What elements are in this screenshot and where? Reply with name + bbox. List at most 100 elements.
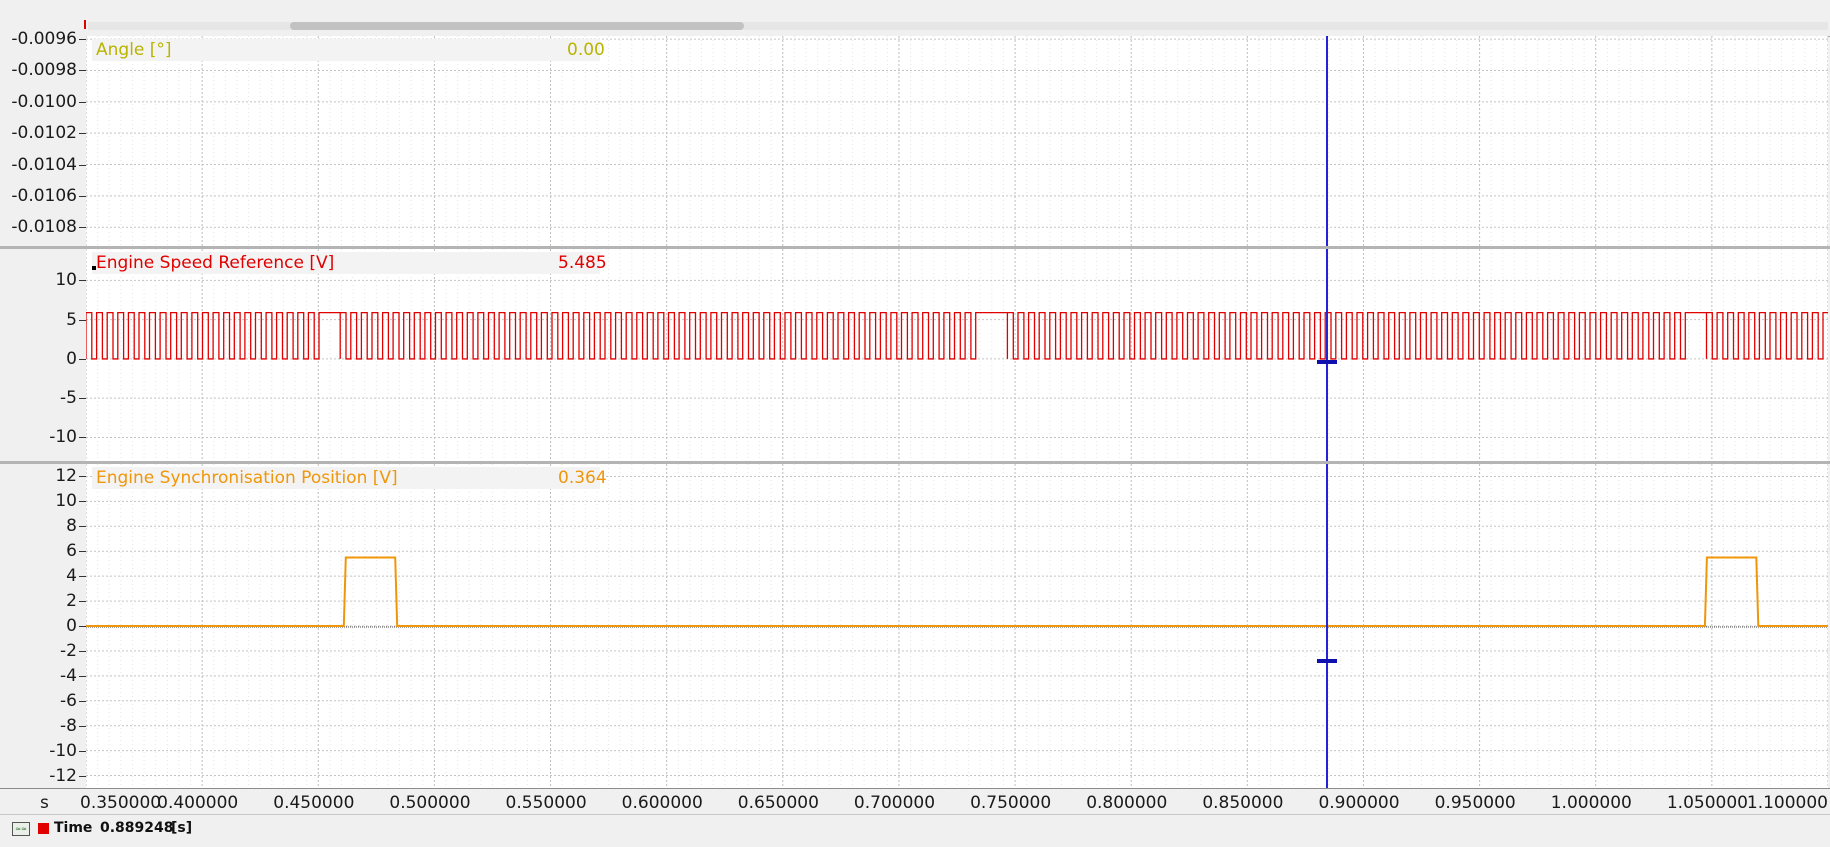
y-tick-mark: [79, 70, 86, 72]
trigger-marker: [84, 20, 86, 29]
panel-divider[interactable]: [0, 461, 1830, 464]
y-tick-mark: [79, 280, 86, 282]
y-tick-mark: [79, 551, 86, 553]
y-tick-mark: [79, 601, 86, 603]
y-tick-mark: [79, 626, 86, 627]
x-axis: s 0.350000 0.400000 0.450000 0.500000 0.5500…: [0, 788, 1830, 815]
x-tick-label: 1.100000: [1746, 793, 1828, 813]
y-tick-label: -0.0106: [11, 185, 77, 206]
measurement-icon[interactable]: ≈≈: [12, 822, 30, 836]
y-tick-mark: [79, 576, 86, 578]
horizontal-scrollbar[interactable]: [88, 22, 1828, 30]
y-tick-mark: [79, 227, 86, 229]
y-tick-label: -2: [60, 640, 77, 661]
y-tick-mark: [79, 675, 86, 677]
angle-legend[interactable]: Angle [°] 0.00: [92, 39, 605, 61]
scrollbar-thumb[interactable]: [290, 22, 744, 30]
time-value: 0.889248: [100, 820, 174, 836]
y-tick-label: -10: [49, 427, 77, 448]
y-tick-label: 2: [66, 591, 77, 612]
x-tick-label: 0.350000: [80, 793, 162, 813]
y-tick-mark: [79, 476, 86, 478]
x-tick-label: 1.050000: [1666, 793, 1748, 813]
panel-divider[interactable]: [0, 246, 1830, 249]
x-tick-label: 0.700000: [853, 793, 936, 813]
y-tick-label: 6: [66, 541, 77, 562]
x-axis-unit: s: [40, 793, 49, 813]
time-unit: [s]: [171, 820, 193, 836]
y-tick-mark: [79, 750, 86, 752]
status-bar: ≈≈ Time 0.889248 [s]: [0, 814, 1830, 847]
angle-panel[interactable]: Angle [°] 0.00: [86, 36, 1828, 246]
y-tick-label: -0.0100: [11, 91, 77, 112]
y-tick-label: -5: [60, 388, 77, 409]
sync-position-plot: [86, 464, 1828, 788]
y-tick-mark: [79, 195, 86, 197]
time-color-swatch: [38, 823, 49, 834]
y-tick-label: 0: [66, 616, 77, 636]
time-cursor-line[interactable]: [1326, 36, 1328, 788]
x-tick-label: 0.400000: [157, 793, 239, 813]
speed-reference-plot: [86, 249, 1828, 461]
y-tick-mark: [79, 398, 86, 400]
y-tick-label: -0.0098: [11, 60, 77, 81]
x-tick-label: 0.550000: [505, 793, 587, 813]
y-tick-label: 5: [66, 309, 77, 330]
top-toolbar: [0, 0, 1830, 37]
angle-plot: [86, 36, 1828, 246]
y-tick-mark: [79, 358, 86, 360]
x-tick-label: 0.800000: [1086, 793, 1168, 813]
sync-position-legend-name: Engine Synchronisation Position [V]: [96, 468, 398, 488]
y-tick-label: 4: [66, 566, 77, 587]
sync-position-panel[interactable]: Engine Synchronisation Position [V] 0.36…: [86, 464, 1828, 788]
y-tick-label: 10: [55, 270, 77, 291]
x-tick-label: 0.500000: [389, 793, 471, 813]
plot-area[interactable]: Angle [°] 0.00 Engine Speed Reference [V…: [86, 36, 1828, 788]
y-tick-mark: [79, 725, 86, 727]
y-tick-label: -8: [60, 715, 77, 736]
x-tick-label: 0.900000: [1318, 793, 1400, 813]
time-label: Time: [54, 820, 93, 836]
y-tick-mark: [79, 775, 86, 777]
speed-reference-legend[interactable]: Engine Speed Reference [V] 5.485: [92, 252, 607, 274]
sync-position-legend-value: 0.364: [558, 468, 607, 488]
y-tick-mark: [79, 650, 86, 652]
y-tick-label: 8: [66, 516, 77, 537]
y-tick-mark: [79, 700, 86, 702]
y-tick-mark: [79, 101, 86, 103]
cursor-marker-sync: [1317, 659, 1337, 663]
y-tick-mark: [79, 133, 86, 135]
speed-reference-legend-value: 5.485: [558, 253, 607, 273]
y-tick-label: -12: [49, 765, 77, 786]
speed-reference-panel[interactable]: Engine Speed Reference [V] 5.485: [86, 249, 1828, 461]
x-tick-label: 1.000000: [1550, 793, 1632, 813]
x-tick-label: 0.850000: [1202, 793, 1284, 813]
cursor-marker-speed: [1317, 360, 1337, 364]
x-tick-label: 0.750000: [970, 793, 1052, 813]
y-tick-mark: [79, 39, 86, 41]
y-tick-label: -10: [49, 740, 77, 761]
sync-position-series-line: [86, 556, 1828, 627]
speed-reference-legend-name: Engine Speed Reference [V]: [96, 253, 335, 273]
x-tick-label: 0.950000: [1434, 793, 1516, 813]
y-tick-mark: [79, 526, 86, 528]
y-tick-label: -0.0102: [11, 123, 77, 144]
x-tick-label: 0.450000: [273, 793, 355, 813]
y-tick-label: -4: [60, 665, 77, 686]
y-tick-label: 0: [66, 348, 77, 369]
y-tick-label: 10: [55, 491, 77, 512]
y-tick-label: -0.0104: [11, 154, 77, 175]
x-tick-label: 0.650000: [737, 793, 819, 813]
y-tick-label: 12: [55, 466, 77, 487]
y-tick-label: -6: [60, 690, 77, 711]
sync-position-legend[interactable]: Engine Synchronisation Position [V] 0.36…: [92, 467, 607, 489]
y-tick-label: -0.0096: [11, 29, 77, 50]
x-tick-label: 0.600000: [621, 793, 703, 813]
angle-legend-value: 0.00: [567, 40, 605, 60]
y-tick-mark: [79, 164, 86, 166]
y-tick-mark: [79, 501, 86, 503]
y-axes-area: -0.0096 -0.0098 -0.0100 -0.0102 -0.0104 -0.01…: [0, 29, 86, 788]
angle-legend-name: Angle [°]: [96, 40, 172, 60]
y-tick-label: -0.0108: [11, 217, 77, 238]
y-tick-mark: [79, 437, 86, 439]
